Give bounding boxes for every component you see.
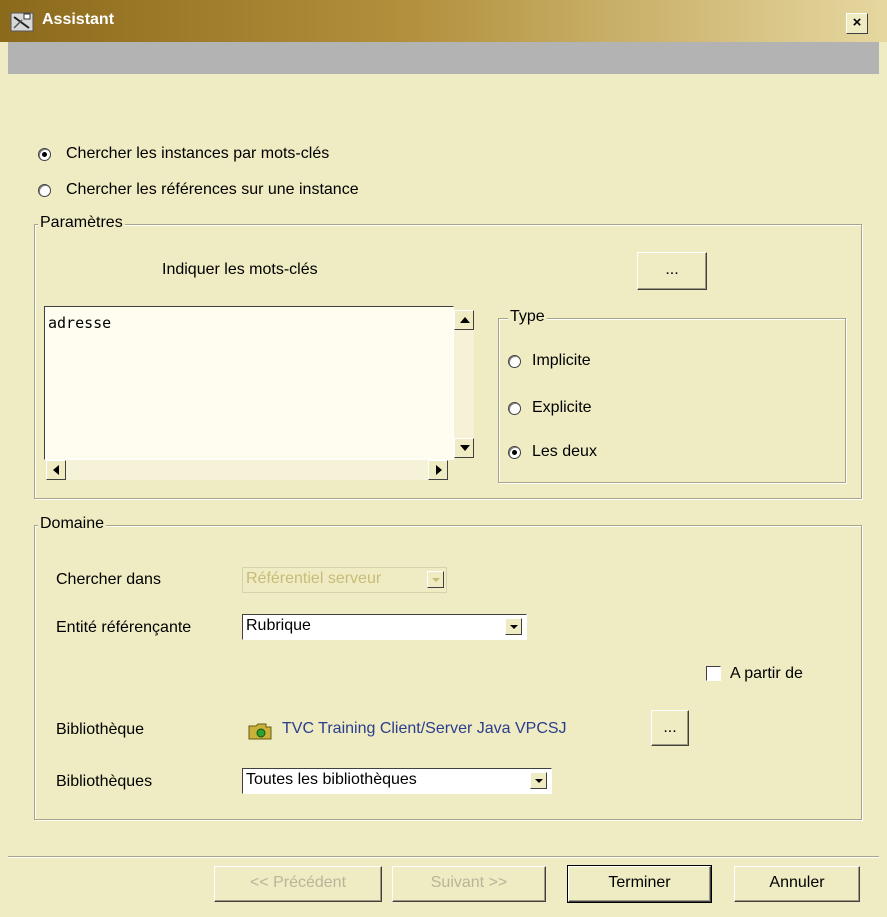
arrow-up-icon — [460, 317, 470, 323]
horizontal-scroll-track[interactable] — [66, 460, 428, 480]
search-in-select[interactable]: Référentiel serveur — [242, 567, 447, 593]
from-checkbox[interactable] — [706, 666, 721, 681]
chevron-down-icon[interactable] — [505, 618, 522, 635]
radio-type-explicit[interactable] — [508, 402, 521, 415]
previous-button[interactable]: << Précédent — [214, 866, 382, 902]
libraries-label: Bibliothèques — [56, 773, 153, 790]
from-checkbox-label[interactable]: A partir de — [730, 665, 803, 683]
radio-type-explicit-label[interactable]: Explicite — [532, 399, 592, 417]
keywords-browse-button[interactable]: ... — [637, 252, 707, 290]
keywords-textarea[interactable]: adresse — [44, 306, 454, 460]
scroll-left-button[interactable] — [46, 460, 66, 480]
cancel-button[interactable]: Annuler — [734, 866, 860, 902]
library-folder-icon — [248, 722, 272, 740]
chevron-down-icon[interactable] — [427, 571, 444, 588]
scroll-right-button[interactable] — [428, 460, 448, 480]
radio-type-implicit[interactable] — [508, 355, 521, 368]
window-title: Assistant — [42, 11, 115, 28]
radio-search-references-label[interactable]: Chercher les références sur une instance — [66, 181, 359, 199]
type-legend: Type — [508, 308, 547, 326]
library-browse-button[interactable]: ... — [651, 710, 689, 746]
radio-type-both[interactable] — [508, 446, 521, 459]
search-in-label: Chercher dans — [56, 571, 161, 588]
chevron-down-icon[interactable] — [530, 772, 547, 789]
close-button[interactable]: × — [846, 13, 868, 34]
radio-type-both-label[interactable]: Les deux — [532, 443, 597, 461]
app-icon — [10, 11, 36, 33]
parameters-legend: Paramètres — [38, 214, 125, 232]
vertical-scroll-track[interactable] — [454, 330, 474, 438]
entity-label: Entité référençante — [56, 619, 192, 636]
keywords-value: adresse — [48, 314, 112, 332]
radio-search-references[interactable] — [38, 184, 51, 197]
scroll-down-button[interactable] — [454, 438, 474, 458]
title-bar — [0, 0, 887, 42]
radio-search-instances[interactable] — [38, 148, 51, 161]
header-strip — [8, 42, 879, 74]
domain-legend: Domaine — [38, 515, 107, 533]
footer-separator — [8, 856, 879, 858]
next-button[interactable]: Suivant >> — [392, 866, 546, 902]
scroll-up-button[interactable] — [454, 310, 474, 330]
arrow-right-icon — [436, 465, 442, 475]
close-icon: × — [852, 14, 862, 31]
arrow-left-icon — [53, 465, 59, 475]
libraries-select[interactable]: Toutes les bibliothèques — [242, 768, 552, 794]
entity-select[interactable]: Rubrique — [242, 614, 527, 640]
radio-search-instances-label[interactable]: Chercher les instances par mots-clés — [66, 145, 329, 163]
keywords-label: Indiquer les mots-clés — [162, 261, 318, 278]
library-label: Bibliothèque — [56, 721, 145, 738]
finish-button[interactable]: Terminer — [567, 865, 712, 903]
arrow-down-icon — [460, 445, 470, 451]
library-value[interactable]: TVC Training Client/Server Java VPCSJ — [282, 720, 567, 738]
radio-type-implicit-label[interactable]: Implicite — [532, 352, 591, 370]
